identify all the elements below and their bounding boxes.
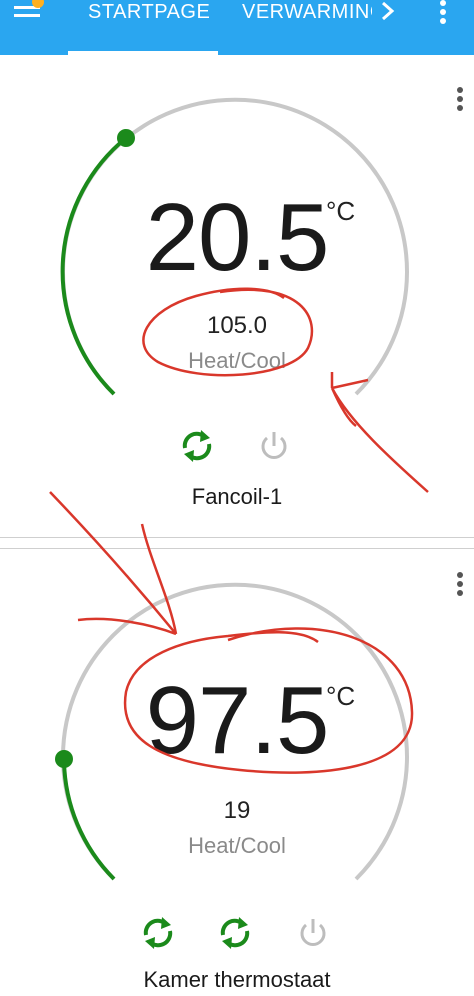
temperature-unit: °C bbox=[326, 681, 356, 711]
temperature-unit: °C bbox=[326, 196, 356, 226]
sync-button[interactable] bbox=[138, 913, 178, 953]
device-name: Kamer thermostaat bbox=[143, 967, 331, 992]
sync-icon bbox=[220, 917, 250, 949]
tab-verwarming[interactable]: VERWARMING bbox=[242, 0, 372, 40]
power-icon bbox=[261, 432, 287, 459]
active-tab-indicator bbox=[68, 51, 218, 55]
next-tab-button[interactable] bbox=[372, 0, 402, 30]
current-temperature: 97.5 bbox=[145, 667, 330, 774]
setpoint-value: 105.0 bbox=[206, 312, 268, 339]
sync-button[interactable] bbox=[177, 426, 217, 466]
thermostat-card-kamer: 97.5 °C 19 Heat/Cool Kamer thermostaat bbox=[0, 548, 474, 996]
sync-icon bbox=[182, 430, 212, 462]
current-temperature: 20.5 bbox=[145, 184, 330, 291]
power-button[interactable] bbox=[254, 426, 294, 466]
mode-label: Heat/Cool bbox=[188, 833, 286, 858]
thermostat-card-fancoil: 20.5 °C 105.0 Heat/Cool Fancoil-1 bbox=[0, 62, 474, 538]
setpoint-value: 19 bbox=[223, 797, 251, 824]
menu-icon bbox=[14, 0, 44, 17]
power-icon bbox=[300, 919, 326, 946]
power-button[interactable] bbox=[293, 913, 333, 953]
chevron-right-icon bbox=[382, 1, 395, 21]
sync-button-secondary[interactable] bbox=[215, 913, 255, 953]
app-bar: STARTPAGE VERWARMING bbox=[0, 0, 474, 55]
mode-label: Heat/Cool bbox=[188, 348, 286, 373]
dial-handle[interactable] bbox=[117, 129, 135, 147]
more-vert-icon bbox=[440, 0, 446, 24]
menu-button[interactable] bbox=[0, 0, 48, 40]
tab-startpage[interactable]: STARTPAGE bbox=[88, 0, 210, 40]
sync-icon bbox=[143, 917, 173, 949]
device-name: Fancoil-1 bbox=[191, 484, 283, 509]
overflow-menu-button[interactable] bbox=[430, 0, 456, 30]
